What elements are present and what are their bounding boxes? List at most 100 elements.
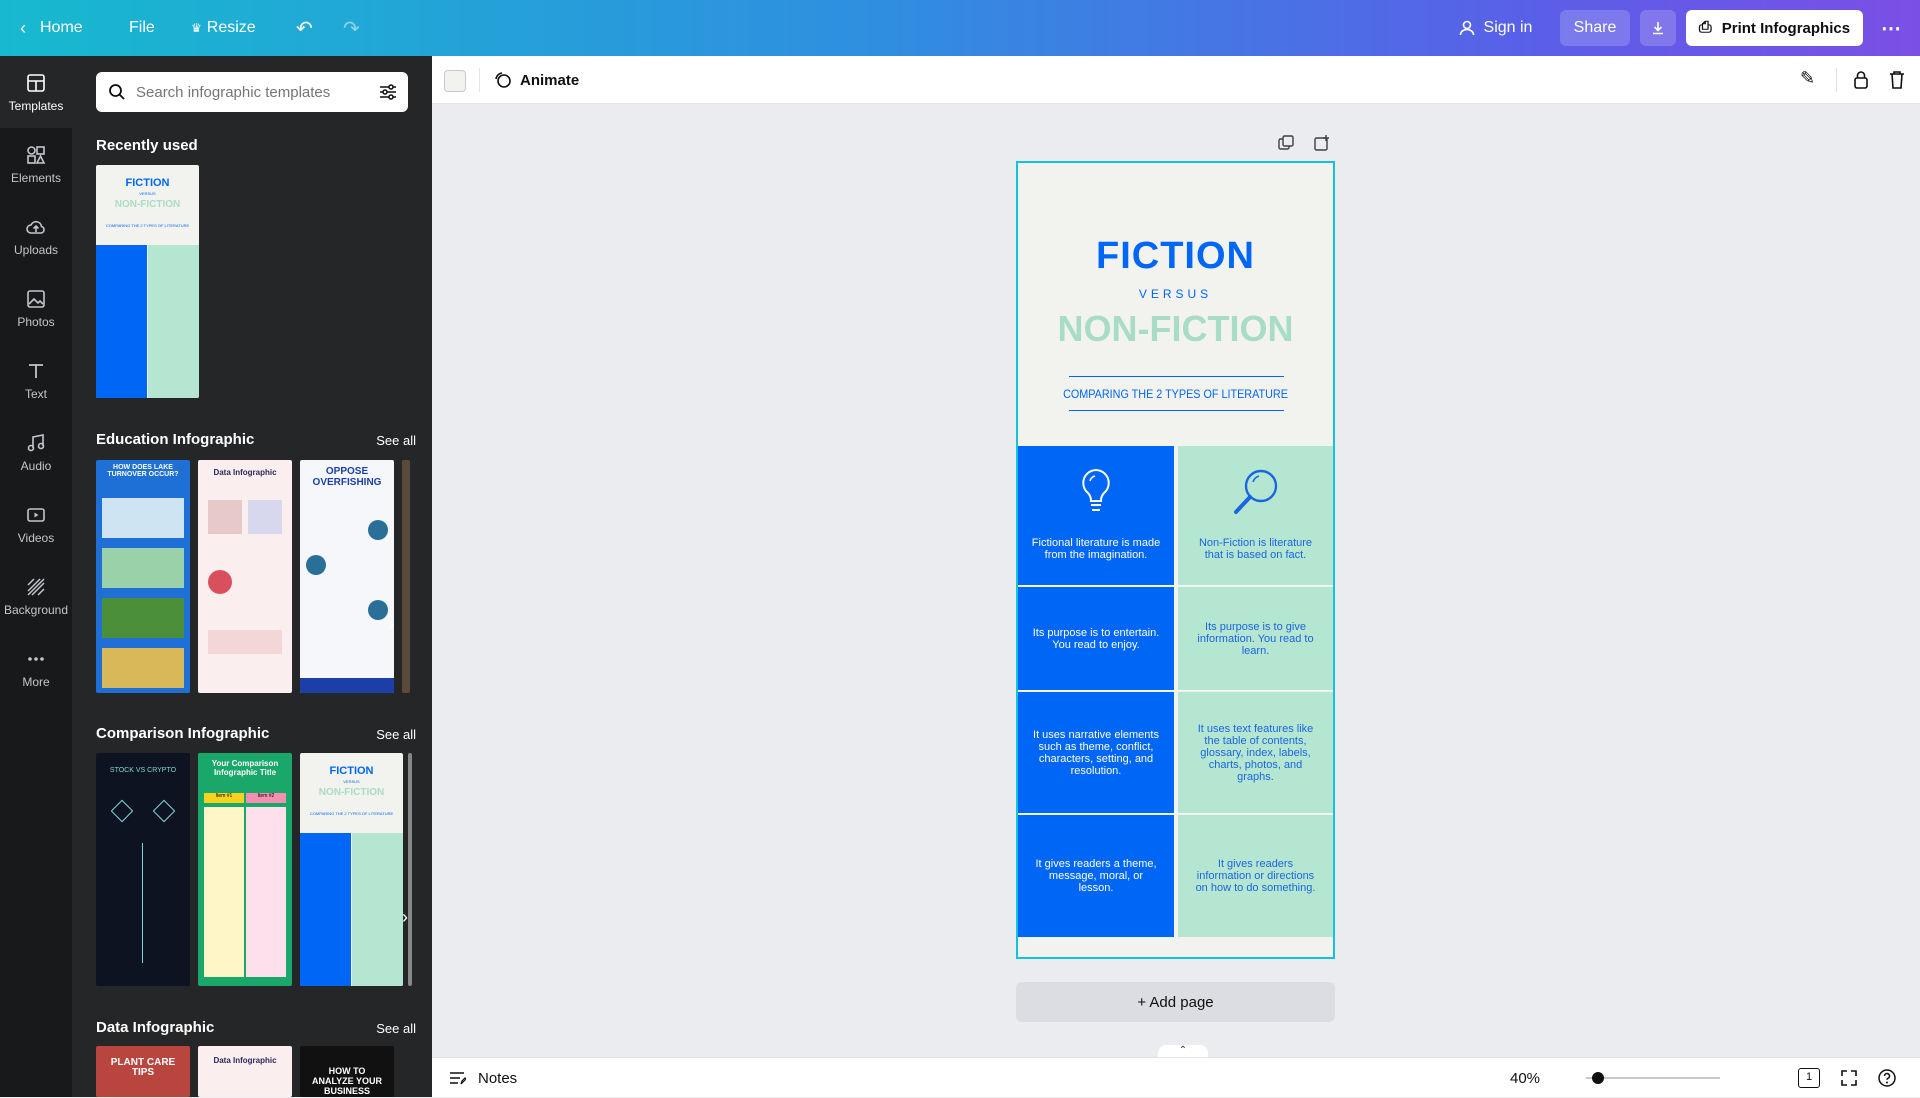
home-button[interactable]: ‹ Home [20,0,83,56]
uploads-icon [26,220,45,234]
rail-item-background[interactable]: Background [0,560,72,632]
paint-roller-icon[interactable]: ✎ [1800,68,1815,89]
thumb-title: Data Infographic [213,468,277,477]
rail-label: Background [3,602,69,617]
template-thumbnail[interactable]: HOW DOES LAKE TURNOVER OCCUR? [96,460,190,693]
print-infographics-button[interactable]: ⎙ Print Infographics [1686,10,1863,46]
chevron-right-icon[interactable]: › [402,907,408,928]
template-thumbnail-partial[interactable] [408,753,412,986]
non-fiction-cell[interactable]: It gives readers information or directio… [1178,815,1333,937]
animate-button[interactable]: Animate [494,56,579,104]
fiction-cell[interactable]: Its purpose is to entertain. You read to… [1018,587,1174,690]
rail-item-audio[interactable]: Audio [0,416,72,488]
rail-label: Photos [17,314,55,329]
notes-label: Notes [478,1069,518,1087]
thumb-title: HOW TO ANALYZE YOUR BUSINESS [311,1066,382,1096]
see-all-comparison[interactable]: See all [376,727,416,742]
download-button[interactable] [1640,10,1676,46]
add-page-icon[interactable] [1313,134,1331,152]
template-thumbnail[interactable]: PLANT CARE TIPS [96,1046,190,1097]
more-options-icon[interactable]: ⋯ [1873,10,1909,46]
share-button[interactable]: Share [1560,10,1630,46]
trash-icon[interactable] [1888,70,1906,90]
lock-icon[interactable] [1852,70,1870,90]
template-thumbnail[interactable]: HOW TO ANALYZE YOUR BUSINESS [300,1046,394,1097]
thumb-title: FICTION [329,765,374,777]
crown-icon: ♛ [191,21,202,35]
template-thumbnail-partial[interactable] [402,460,410,693]
add-page-button[interactable]: + Add page [1016,982,1335,1022]
notes-icon [450,1072,466,1085]
filter-icon[interactable] [378,82,398,102]
template-thumbnail[interactable]: STOCK VS CRYPTO [96,753,190,986]
rail-item-photos[interactable]: Photos [0,272,72,344]
rail-label: More [22,674,50,689]
rail-item-uploads[interactable]: Uploads [0,200,72,272]
rail-item-more[interactable]: More [0,632,72,704]
rail-item-elements[interactable]: Elements [0,128,72,200]
search-input[interactable] [136,80,362,104]
fullscreen-icon[interactable] [1840,1069,1858,1087]
cell-text: Non-Fiction is literature that is based … [1198,537,1313,561]
resize-button[interactable]: ♛ Resize [191,0,256,56]
thumb-title: STOCK VS CRYPTO [109,767,177,774]
sign-in-button[interactable]: Sign in [1450,10,1540,46]
rail-label: Audio [20,458,52,473]
row-separator [1018,690,1333,692]
user-icon [1459,20,1474,36]
notes-button[interactable]: Notes [448,1058,517,1098]
rail-item-videos[interactable]: Videos [0,488,72,560]
section-title-comparison: Comparison Infographic [96,725,270,742]
non-fiction-cell[interactable]: It uses text features like the table of … [1178,692,1333,813]
bottom-bar: Notes 40% 1 [432,1057,1920,1097]
template-thumbnail[interactable]: Data Infographic [198,1046,292,1097]
cell-text: Fictional literature is made from the im… [1031,537,1161,561]
rail-item-templates[interactable]: Templates [0,56,72,128]
template-thumbnail[interactable]: Data Infographic [198,460,292,693]
thumb-item-2: Item #2 [246,793,286,803]
fiction-cell[interactable]: It uses narrative elements such as theme… [1018,692,1174,813]
section-title-data: Data Infographic [96,1019,215,1036]
file-menu[interactable]: File [129,0,155,56]
template-thumbnail-recent[interactable]: FICTION VERSUS NON-FICTION COMPARING THE… [96,165,199,398]
search-icon [109,84,125,100]
zoom-slider-handle[interactable] [1592,1072,1604,1084]
cell-text: It uses text features like the table of … [1197,722,1314,783]
page-number-button[interactable]: 1 [1798,1068,1820,1088]
thumb-title: OPPOSE OVERFISHING [312,466,382,488]
infographic-tagline[interactable]: COMPARING THE 2 TYPES OF LITERATURE [1034,387,1318,401]
infographic-page[interactable]: FICTION VERSUS NON-FICTION COMPARING THE… [1016,161,1335,959]
thumb-title: PLANT CARE TIPS [110,1057,176,1078]
help-icon[interactable] [1877,1068,1897,1088]
rail-label: Uploads [13,242,59,257]
cell-text: Its purpose is to entertain. You read to… [1032,626,1160,651]
sign-in-label: Sign in [1483,19,1533,36]
redo-icon[interactable]: ↷ [343,0,360,56]
zoom-slider-track[interactable] [1586,1077,1720,1079]
see-all-data[interactable]: See all [376,1021,416,1036]
template-thumbnail[interactable]: OPPOSE OVERFISHING [300,460,394,693]
fiction-cell[interactable]: It gives readers a theme, message, moral… [1018,815,1174,937]
resize-label: Resize [206,19,256,36]
thumb-versus: VERSUS [343,779,360,784]
chevron-up-icon[interactable]: ⌃ [1158,1045,1208,1057]
chevron-right-icon[interactable]: › [388,614,394,635]
infographic-title[interactable]: FICTION [1018,235,1333,278]
background-icon [27,577,45,596]
videos-icon [27,507,45,522]
duplicate-page-icon[interactable] [1277,134,1295,152]
template-thumbnail[interactable]: FICTION VERSUS NON-FICTION COMPARING THE… [300,753,403,986]
undo-icon[interactable]: ↶ [296,0,313,56]
zoom-level[interactable]: 40% [1510,1058,1540,1098]
infographic-versus[interactable]: VERSUS [1018,287,1333,301]
rail-label: Text [24,386,47,401]
infographic-subtitle[interactable]: NON-FICTION [1018,308,1333,350]
template-thumbnail[interactable]: Your Comparison Infographic Title Item #… [198,753,292,986]
non-fiction-cell[interactable]: Its purpose is to give information. You … [1178,587,1333,690]
see-all-education[interactable]: See all [376,433,416,448]
background-color-swatch[interactable] [444,70,466,92]
audio-icon [27,433,45,451]
rail-label: Videos [17,530,55,545]
search-bar[interactable] [96,72,408,112]
rail-item-text[interactable]: Text [0,344,72,416]
